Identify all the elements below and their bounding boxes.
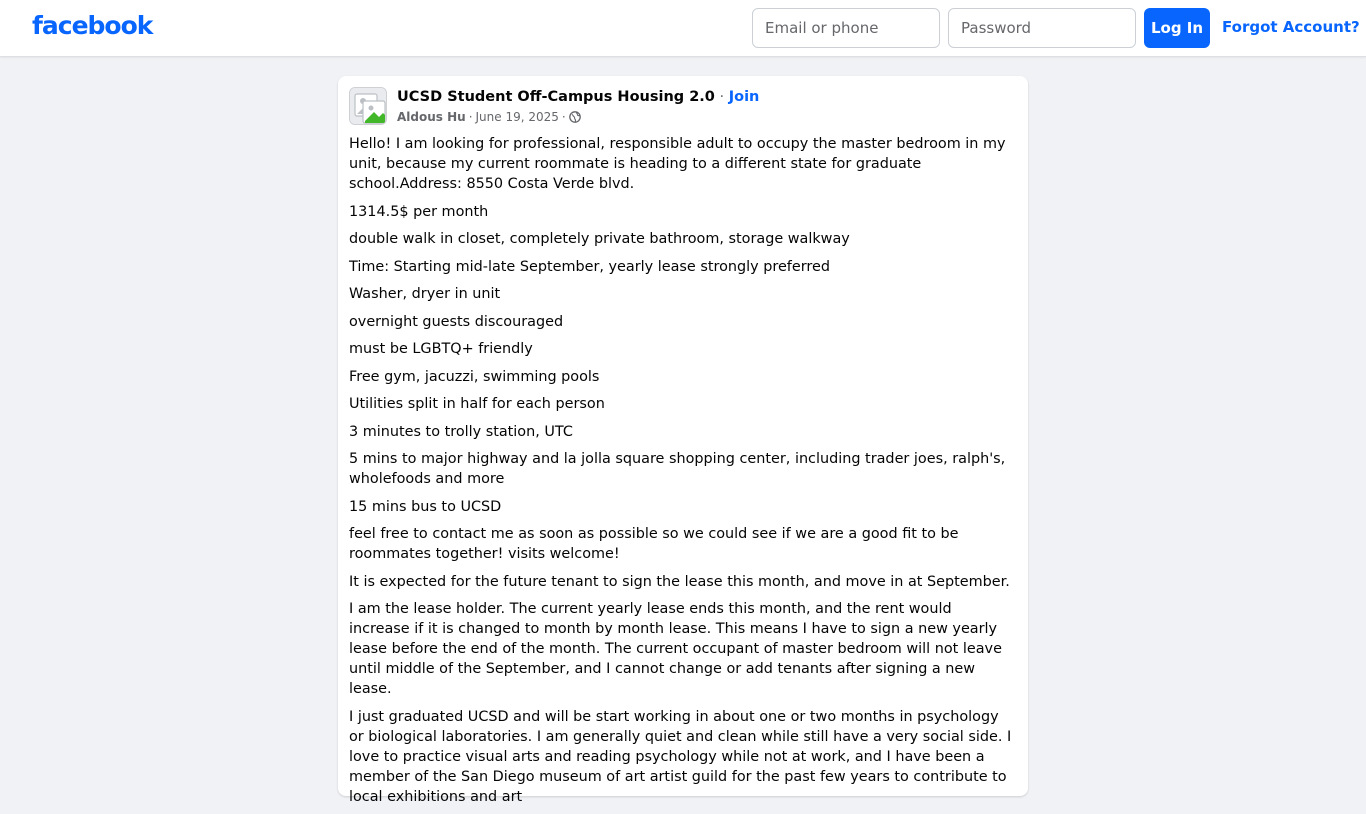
meta-separator: · [468, 110, 473, 124]
post-paragraph: Time: Starting mid-late September, yearl… [349, 258, 830, 275]
top-navigation-bar: facebook Log In Forgot Account? [0, 0, 1366, 57]
separator-dot: · [714, 89, 729, 105]
post-body: Hello! I am looking for professional, re… [349, 134, 1015, 814]
email-field[interactable] [752, 8, 940, 48]
post-paragraph: 15 mins bus to UCSD [349, 498, 502, 515]
globe-icon [568, 111, 581, 123]
post-card: UCSD Student Off-Campus Housing 2.0 · Jo… [338, 76, 1028, 805]
post-paragraph: I am the lease holder. The current yearl… [349, 601, 1002, 697]
post-paragraph: feel free to contact me as soon as possi… [349, 526, 959, 562]
post-meta: Aldous Hu · June 19, 2025 · [397, 110, 581, 124]
post-author[interactable]: Aldous Hu [397, 110, 466, 124]
post-paragraph: 5 mins to major highway and la jolla squ… [349, 451, 1006, 487]
post-paragraph: Washer, dryer in unit [349, 286, 501, 302]
post-paragraph: Free gym, jacuzzi, swimming pools [349, 368, 600, 385]
post-paragraph: must be LGBTQ+ friendly [349, 341, 533, 357]
post-date[interactable]: June 19, 2025 [476, 110, 559, 124]
forgot-account-link[interactable]: Forgot Account? [1222, 18, 1360, 36]
group-avatar[interactable] [349, 87, 387, 125]
post-paragraph: 1314.5$ per month [349, 203, 489, 220]
login-button[interactable]: Log In [1144, 8, 1210, 48]
post-paragraph: 3 minutes to trolly station, UTC [349, 423, 573, 440]
meta-separator: · [561, 110, 566, 124]
join-group-link[interactable]: Join [729, 89, 760, 105]
post-paragraph: Hello! I am looking for professional, re… [349, 136, 1006, 192]
group-name-link[interactable]: UCSD Student Off-Campus Housing 2.0 [397, 89, 715, 105]
facebook-logo[interactable]: facebook [32, 11, 153, 40]
post-group-header: UCSD Student Off-Campus Housing 2.0 · Jo… [397, 89, 759, 105]
password-field[interactable] [948, 8, 1136, 48]
post-paragraph: overnight guests discouraged [349, 313, 564, 330]
group-photo-icon [350, 88, 386, 124]
post-paragraph: Utilities split in half for each person [349, 396, 605, 412]
post-paragraph: double walk in closet, completely privat… [349, 231, 850, 247]
post-paragraph: It is expected for the future tenant to … [349, 573, 1010, 590]
post-paragraph: I just graduated UCSD and will be start … [349, 708, 1012, 805]
